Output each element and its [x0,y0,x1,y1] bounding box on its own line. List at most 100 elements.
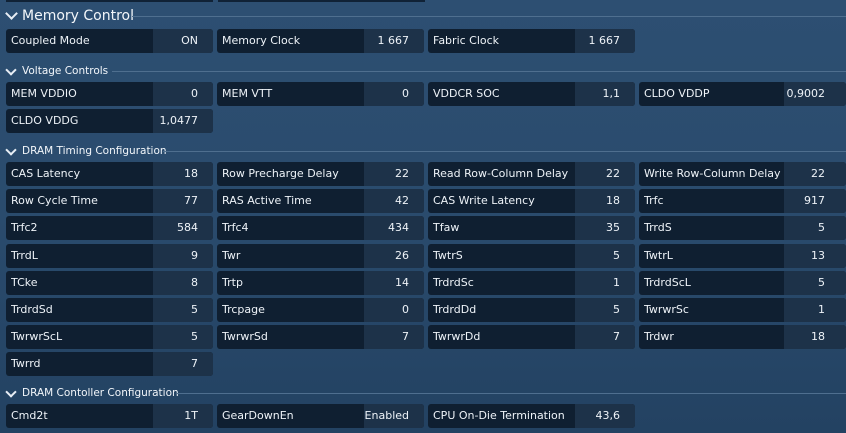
setting-value[interactable]: 917 [784,189,846,213]
divider [163,151,846,152]
setting-value[interactable]: 42 [364,189,424,213]
setting-label: TrrdS [644,221,672,234]
timing-setting[interactable]: CAS Write Latency 18 [428,189,635,213]
setting-label: TrdrdSc [433,276,474,289]
setting-value[interactable]: 7 [575,325,635,349]
timing-setting[interactable]: TrdrdSc 1 [428,271,635,295]
timing-setting[interactable]: TwrwrSc 1 [639,298,846,322]
voltage-setting[interactable]: MEM VTT 0 [217,82,424,106]
section-header-voltage-controls[interactable]: Voltage Controls [0,64,846,78]
timing-setting[interactable]: TrdrdScL 5 [639,271,846,295]
setting-value[interactable]: 8 [153,271,213,295]
memory-setting[interactable]: Memory Clock 1 667 [217,29,424,53]
setting-value[interactable]: 9 [153,244,213,268]
timing-setting[interactable]: TrrdS 5 [639,216,846,240]
setting-value[interactable]: 1 [784,298,846,322]
setting-value[interactable]: 5 [153,325,213,349]
setting-value[interactable]: 0 [364,82,424,106]
setting-value[interactable]: 5 [153,298,213,322]
setting-value[interactable]: 77 [153,189,213,213]
timing-setting[interactable]: TwtrS 5 [428,244,635,268]
setting-value[interactable]: 5 [784,216,846,240]
setting-value[interactable]: 13 [784,244,846,268]
setting-value[interactable]: 7 [153,352,213,376]
memory-setting[interactable]: Coupled Mode ON [6,29,213,53]
setting-label: TrdrdSd [11,303,53,316]
timing-setting[interactable]: Write Row-Column Delay 22 [639,162,846,186]
voltage-setting[interactable]: MEM VDDIO 0 [6,82,213,106]
setting-value[interactable]: ON [153,29,213,53]
setting-label: MEM VDDIO [11,87,77,100]
setting-value[interactable]: 22 [784,162,846,186]
timing-setting[interactable]: Trfc 917 [639,189,846,213]
timing-setting[interactable]: Trdwr 18 [639,325,846,349]
setting-value[interactable]: 1 667 [364,29,424,53]
setting-label: Row Precharge Delay [222,167,339,180]
setting-label: Fabric Clock [433,34,500,47]
setting-value[interactable]: Enabled [364,404,424,428]
timing-setting[interactable]: RAS Active Time 42 [217,189,424,213]
voltage-setting[interactable]: CLDO VDDP 0,9002 [639,82,846,106]
timing-setting[interactable]: Twr 26 [217,244,424,268]
timing-setting[interactable]: TwtrL 13 [639,244,846,268]
controller-setting[interactable]: Cmd2t 1T [6,404,213,428]
timing-setting[interactable]: Twrrd 7 [6,352,213,376]
timing-setting[interactable]: TCke 8 [6,271,213,295]
section-header-memory-control[interactable]: Memory Control [0,3,846,27]
section-header-dram-controller[interactable]: DRAM Contoller Configuration [0,386,846,400]
setting-label: TwrwrSd [222,330,268,343]
setting-value[interactable]: 7 [364,325,424,349]
setting-value[interactable]: 0,9002 [784,82,846,106]
setting-value[interactable]: 584 [153,216,213,240]
timing-setting[interactable]: Row Precharge Delay 22 [217,162,424,186]
chevron-down-icon [5,144,17,156]
timing-setting[interactable]: TrdrdDd 5 [428,298,635,322]
voltage-setting[interactable]: VDDCR SOC 1,1 [428,82,635,106]
divider [177,393,846,394]
section-header-dram-timing[interactable]: DRAM Timing Configuration [0,144,846,158]
setting-value[interactable]: 1T [153,404,213,428]
setting-label: Coupled Mode [11,34,90,47]
setting-value[interactable]: 14 [364,271,424,295]
timing-setting[interactable]: Trfc4 434 [217,216,424,240]
setting-value[interactable]: 26 [364,244,424,268]
memory-setting[interactable]: Fabric Clock 1 667 [428,29,635,53]
timing-setting[interactable]: Read Row-Column Delay 22 [428,162,635,186]
timing-setting[interactable]: TwrwrSd 7 [217,325,424,349]
timing-setting[interactable]: TrrdL 9 [6,244,213,268]
setting-value[interactable]: 0 [364,298,424,322]
setting-value[interactable]: 18 [784,325,846,349]
section-title: Voltage Controls [22,65,109,77]
timing-setting[interactable]: Tfaw 35 [428,216,635,240]
setting-label: Read Row-Column Delay [433,167,569,180]
setting-value[interactable]: 1,0477 [153,109,213,133]
timing-setting[interactable]: TwrwrDd 7 [428,325,635,349]
setting-value[interactable]: 5 [784,271,846,295]
voltage-setting[interactable]: CLDO VDDG 1,0477 [6,109,213,133]
setting-value[interactable]: 18 [153,162,213,186]
setting-label: GearDownEn [222,409,294,422]
setting-value[interactable]: 22 [364,162,424,186]
setting-value[interactable]: 1,1 [575,82,635,106]
timing-setting[interactable]: TwrwrScL 5 [6,325,213,349]
setting-value[interactable]: 43,6 [575,404,635,428]
timing-setting[interactable]: CAS Latency 18 [6,162,213,186]
setting-value[interactable]: 5 [575,244,635,268]
setting-value[interactable]: 434 [364,216,424,240]
setting-label: Trdwr [644,330,674,343]
timing-setting[interactable]: Trfc2 584 [6,216,213,240]
timing-setting[interactable]: Trcpage 0 [217,298,424,322]
setting-value[interactable]: 35 [575,216,635,240]
timing-setting[interactable]: Trtp 14 [217,271,424,295]
setting-value[interactable]: 0 [153,82,213,106]
timing-setting[interactable]: TrdrdSd 5 [6,298,213,322]
controller-setting[interactable]: GearDownEn Enabled [217,404,424,428]
setting-value[interactable]: 1 667 [575,29,635,53]
setting-value[interactable]: 5 [575,298,635,322]
controller-setting[interactable]: CPU On-Die Termination 43,6 [428,404,635,428]
timing-setting[interactable]: Row Cycle Time 77 [6,189,213,213]
setting-label: CPU On-Die Termination [433,409,565,422]
setting-value[interactable]: 1 [575,271,635,295]
setting-value[interactable]: 22 [575,162,635,186]
setting-value[interactable]: 18 [575,189,635,213]
